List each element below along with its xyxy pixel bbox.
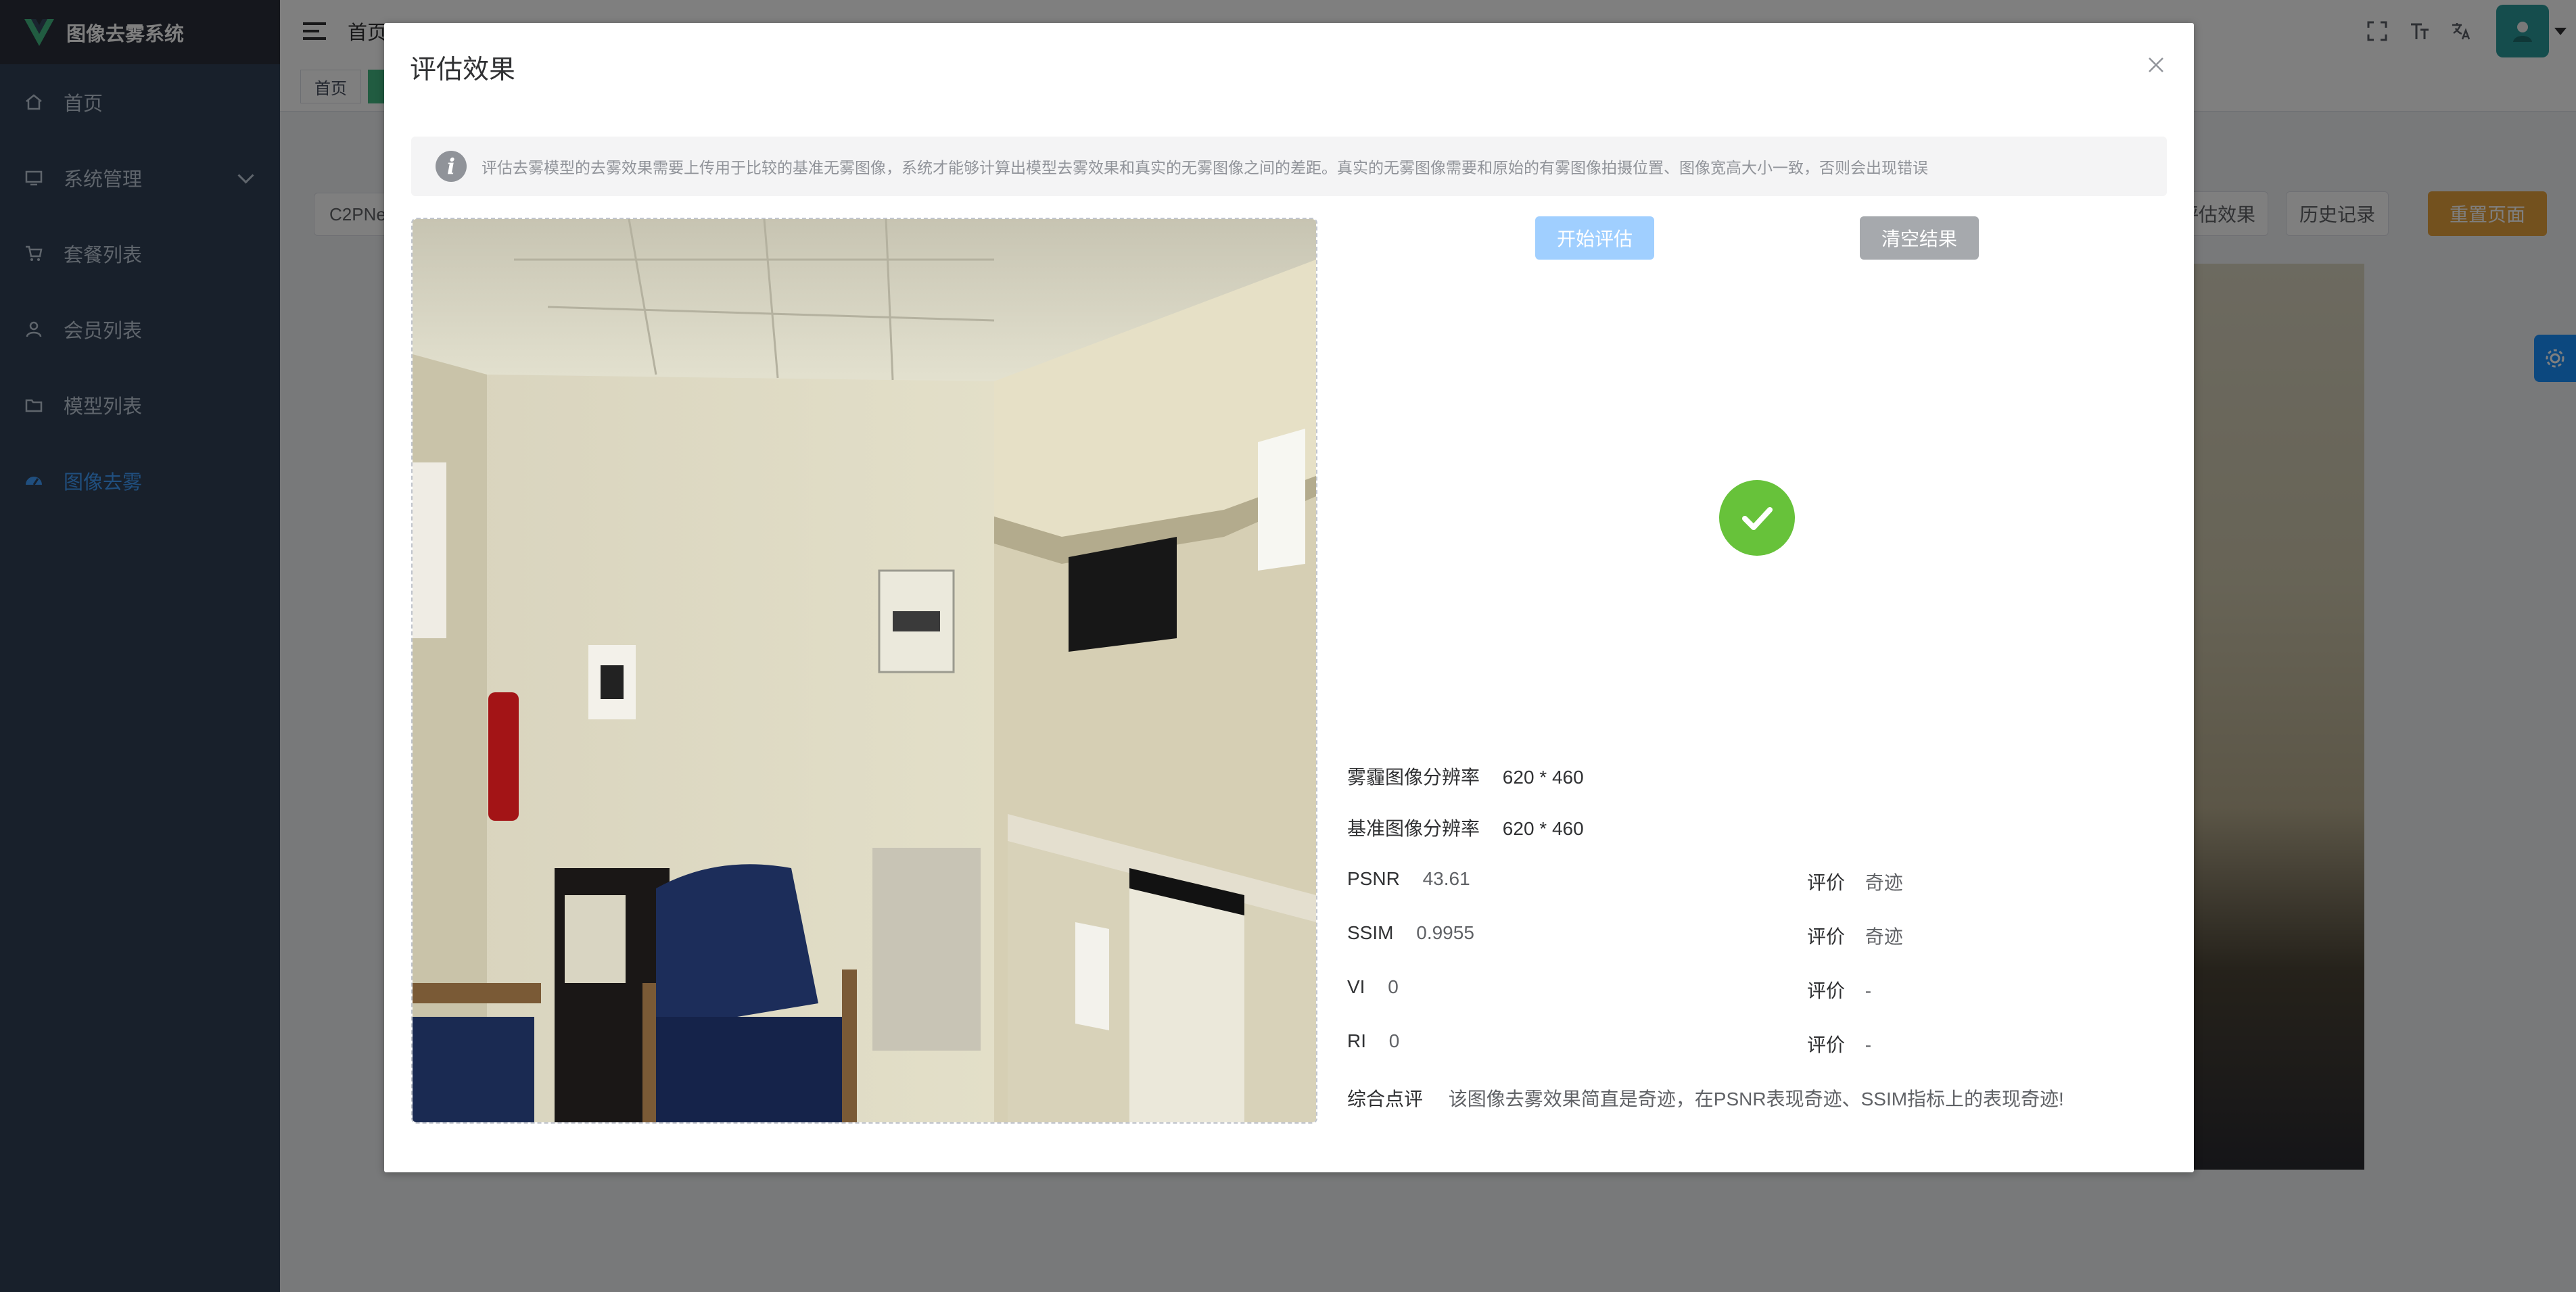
eval-label: 评价	[1807, 926, 1846, 947]
eval-label: 评价	[1807, 980, 1846, 1001]
eval-label: 评价	[1807, 1034, 1846, 1055]
kitchen-photo	[413, 219, 1316, 1122]
haze-resolution-value: 620 * 460	[1502, 767, 1584, 788]
close-icon[interactable]	[2147, 55, 2165, 74]
base-resolution-value: 620 * 460	[1502, 818, 1584, 839]
ri-row: RI 0	[1347, 1030, 1399, 1052]
eval-value: -	[1865, 1034, 1872, 1055]
summary-row: 综合点评 该图像去雾效果简直是奇迹，在PSNR表现奇迹、SSIM指标上的表现奇迹…	[1347, 1084, 2064, 1111]
info-icon: i	[436, 151, 467, 182]
metric-value: 0.9955	[1416, 922, 1474, 943]
psnr-eval: 评价 奇迹	[1807, 868, 1903, 895]
eval-value: -	[1865, 980, 1872, 1001]
eval-value: 奇迹	[1865, 872, 1903, 893]
metric-value: 43.61	[1422, 868, 1470, 889]
evaluate-dialog: 评估效果 i 评估去雾模型的去雾效果需要上传用于比较的基准无雾图像，系统才能够计…	[384, 23, 2194, 1172]
ssim-eval: 评价 奇迹	[1807, 922, 1903, 949]
metric-value: 0	[1388, 1030, 1400, 1051]
start-evaluate-button[interactable]: 开始评估	[1535, 216, 1654, 260]
info-alert: i 评估去雾模型的去雾效果需要上传用于比较的基准无雾图像，系统才能够计算出模型去…	[411, 137, 2167, 196]
metric-name: SSIM	[1347, 922, 1394, 943]
psnr-row: PSNR 43.61	[1347, 868, 1470, 890]
summary-label: 综合点评	[1347, 1088, 1424, 1109]
haze-resolution-label: 雾霾图像分辨率	[1347, 767, 1480, 788]
upload-image[interactable]	[411, 218, 1317, 1124]
dialog-title: 评估效果	[410, 55, 516, 85]
ri-eval: 评价 -	[1807, 1030, 1871, 1057]
haze-resolution-row: 雾霾图像分辨率 620 * 460	[1347, 763, 1584, 790]
metric-name: VI	[1347, 976, 1365, 997]
success-check-icon	[1719, 480, 1795, 556]
vi-eval: 评价 -	[1807, 976, 1871, 1003]
metric-value: 0	[1388, 976, 1399, 997]
ssim-row: SSIM 0.9955	[1347, 922, 1474, 944]
base-resolution-label: 基准图像分辨率	[1347, 818, 1480, 839]
alert-text: 评估去雾模型的去雾效果需要上传用于比较的基准无雾图像，系统才能够计算出模型去雾效…	[482, 159, 1928, 176]
eval-value: 奇迹	[1865, 926, 1903, 947]
summary-text: 该图像去雾效果简直是奇迹，在PSNR表现奇迹、SSIM指标上的表现奇迹!	[1448, 1088, 2064, 1109]
base-resolution-row: 基准图像分辨率 620 * 460	[1347, 814, 1584, 841]
eval-label: 评价	[1807, 872, 1846, 893]
metric-name: RI	[1347, 1030, 1366, 1051]
metric-name: PSNR	[1347, 868, 1400, 889]
clear-result-button[interactable]: 清空结果	[1860, 216, 1979, 260]
vi-row: VI 0	[1347, 976, 1399, 998]
